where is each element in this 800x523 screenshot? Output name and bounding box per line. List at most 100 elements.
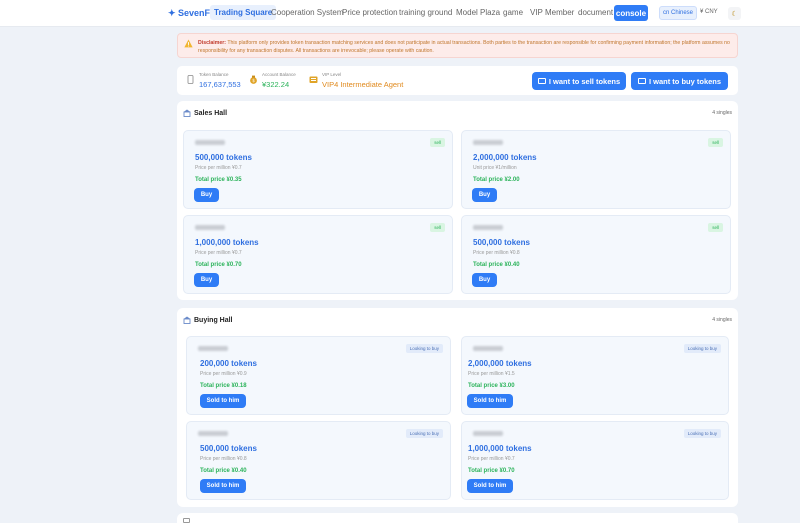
account-balance-value: ¥322.24	[262, 80, 290, 89]
store-icon	[183, 316, 191, 324]
warning-icon	[184, 39, 193, 48]
buying-hall-count: 4 singles	[712, 317, 732, 323]
request-price: Price per million ¥0.7	[468, 456, 515, 462]
token-balance-value: 167,637,553	[199, 80, 241, 89]
buy-button[interactable]: Buy	[472, 273, 497, 287]
listing-price: Unit price ¥1/million	[473, 165, 517, 171]
sold-to-him-button[interactable]: Sold to him	[467, 479, 513, 493]
looking-to-buy-badge: Looking to buy	[683, 344, 721, 353]
request-total: Total price ¥3.00	[468, 383, 515, 389]
listing-tokens: 500,000 tokens	[473, 238, 530, 247]
buy-request-card: Looking to buy 1,000,000 tokens Price pe…	[461, 421, 729, 500]
tag-icon	[537, 78, 546, 84]
sales-hall-title-text: Sales Hall	[194, 109, 228, 117]
buy-button[interactable]: Buy	[472, 188, 497, 202]
nav-training-ground[interactable]: training ground	[399, 8, 452, 17]
nav-price-protection[interactable]: Price protection	[342, 8, 398, 17]
buy-tokens-button[interactable]: I want to buy tokens	[631, 72, 728, 90]
nav-trading-square[interactable]: Trading Square	[210, 5, 277, 20]
token-balance-label: Token Balance	[199, 72, 229, 77]
nav-vip-member[interactable]: VIP Member	[530, 8, 574, 17]
request-tokens: 200,000 tokens	[200, 359, 257, 368]
buyer-name-redacted	[473, 431, 503, 436]
vip-crown-icon	[309, 76, 318, 83]
sold-to-him-button[interactable]: Sold to him	[467, 394, 513, 408]
sell-tokens-button[interactable]: I want to sell tokens	[532, 72, 626, 90]
account-balance-label: Account Balance	[262, 72, 296, 77]
console-button[interactable]: console	[614, 5, 648, 21]
language-selector[interactable]: cn Chinese	[659, 6, 697, 20]
listing-total: Total price ¥0.70	[195, 262, 242, 268]
sales-hall-count: 4 singles	[712, 110, 732, 116]
vip-level-label: VIP Level	[322, 72, 342, 77]
sale-listing-card: sell 500,000 tokens Price per million ¥0…	[461, 215, 731, 294]
buy-tokens-label: I want to buy tokens	[648, 76, 722, 86]
currency-selector[interactable]: ¥ CNY	[700, 9, 718, 15]
sale-listing-card: sell 2,000,000 tokens Unit price ¥1/mill…	[461, 130, 731, 209]
store-icon	[183, 109, 191, 117]
listing-tokens: 500,000 tokens	[195, 153, 252, 162]
buyer-name-redacted	[198, 346, 228, 351]
disclaimer-body: This platform only provides token transa…	[198, 40, 730, 54]
listing-price: Price per million ¥0.8	[473, 250, 520, 256]
listing-tokens: 1,000,000 tokens	[195, 238, 259, 247]
looking-to-buy-badge: Looking to buy	[683, 429, 721, 438]
buyer-name-redacted	[473, 346, 503, 351]
disclaimer-label: Disclaimer:	[198, 40, 226, 46]
seller-name-redacted	[473, 140, 503, 145]
buying-hall-section: Buying Hall 4 singles Looking to buy 200…	[177, 308, 738, 507]
buying-hall-title-text: Buying Hall	[194, 316, 233, 324]
listing-price: Price per million ¥0.7	[195, 165, 242, 171]
request-tokens: 2,000,000 tokens	[468, 359, 532, 368]
site-logo[interactable]: ✦ SevenFa	[168, 8, 215, 19]
cart-icon	[637, 78, 646, 84]
sell-tokens-label: I want to sell tokens	[548, 76, 621, 86]
seller-name-redacted	[195, 140, 225, 145]
nav-game[interactable]: game	[503, 8, 523, 17]
looking-to-buy-badge: Looking to buy	[405, 344, 443, 353]
request-tokens: 1,000,000 tokens	[468, 444, 532, 453]
request-total: Total price ¥0.18	[200, 383, 247, 389]
seller-name-redacted	[473, 225, 503, 230]
request-price: Price per million ¥1.5	[468, 371, 515, 377]
nav-cooperation-system[interactable]: Cooperation System	[271, 8, 343, 17]
disclaimer-text: Disclaimer: This platform only provides …	[198, 39, 733, 55]
request-tokens: 500,000 tokens	[200, 444, 257, 453]
nav-document[interactable]: document	[578, 8, 613, 17]
nav-model-plaza[interactable]: Model Plaza	[456, 8, 500, 17]
sold-to-him-button[interactable]: Sold to him	[200, 479, 246, 493]
sales-hall-section: Sales Hall 4 singles sell 500,000 tokens…	[177, 101, 738, 300]
listing-total: Total price ¥0.35	[195, 177, 242, 183]
sold-to-him-button[interactable]: Sold to him	[200, 394, 246, 408]
listing-price: Price per million ¥0.7	[195, 250, 242, 256]
buy-request-card: Looking to buy 200,000 tokens Price per …	[186, 336, 451, 415]
vip-level-value: VIP4 Intermediate Agent	[322, 80, 404, 89]
listing-total: Total price ¥2.00	[473, 177, 520, 183]
buying-hall-title: Buying Hall	[183, 316, 233, 324]
disclaimer-banner: Disclaimer: This platform only provides …	[177, 33, 738, 58]
request-total: Total price ¥0.40	[200, 468, 247, 474]
request-total: Total price ¥0.70	[468, 468, 515, 474]
section-icon	[183, 518, 190, 523]
sell-badge: sell	[430, 138, 445, 147]
next-section-header	[177, 513, 738, 523]
phone-icon	[187, 75, 194, 84]
moon-icon[interactable]: ☾	[728, 7, 741, 20]
sell-badge: sell	[708, 223, 723, 232]
svg-text:$: $	[252, 78, 255, 84]
sale-listing-card: sell 1,000,000 tokens Price per million …	[183, 215, 453, 294]
buy-request-card: Looking to buy 2,000,000 tokens Price pe…	[461, 336, 729, 415]
looking-to-buy-badge: Looking to buy	[405, 429, 443, 438]
sales-hall-title: Sales Hall	[183, 109, 227, 117]
buyer-name-redacted	[198, 431, 228, 436]
top-navigation: ✦ SevenFa Trading Square Cooperation Sys…	[0, 0, 800, 27]
request-price: Price per million ¥0.9	[200, 371, 247, 377]
money-bag-icon: $	[250, 75, 257, 84]
listing-tokens: 2,000,000 tokens	[473, 153, 537, 162]
sale-listing-card: sell 500,000 tokens Price per million ¥0…	[183, 130, 453, 209]
seller-name-redacted	[195, 225, 225, 230]
buy-button[interactable]: Buy	[194, 273, 219, 287]
buy-button[interactable]: Buy	[194, 188, 219, 202]
listing-total: Total price ¥0.40	[473, 262, 520, 268]
buy-request-card: Looking to buy 500,000 tokens Price per …	[186, 421, 451, 500]
